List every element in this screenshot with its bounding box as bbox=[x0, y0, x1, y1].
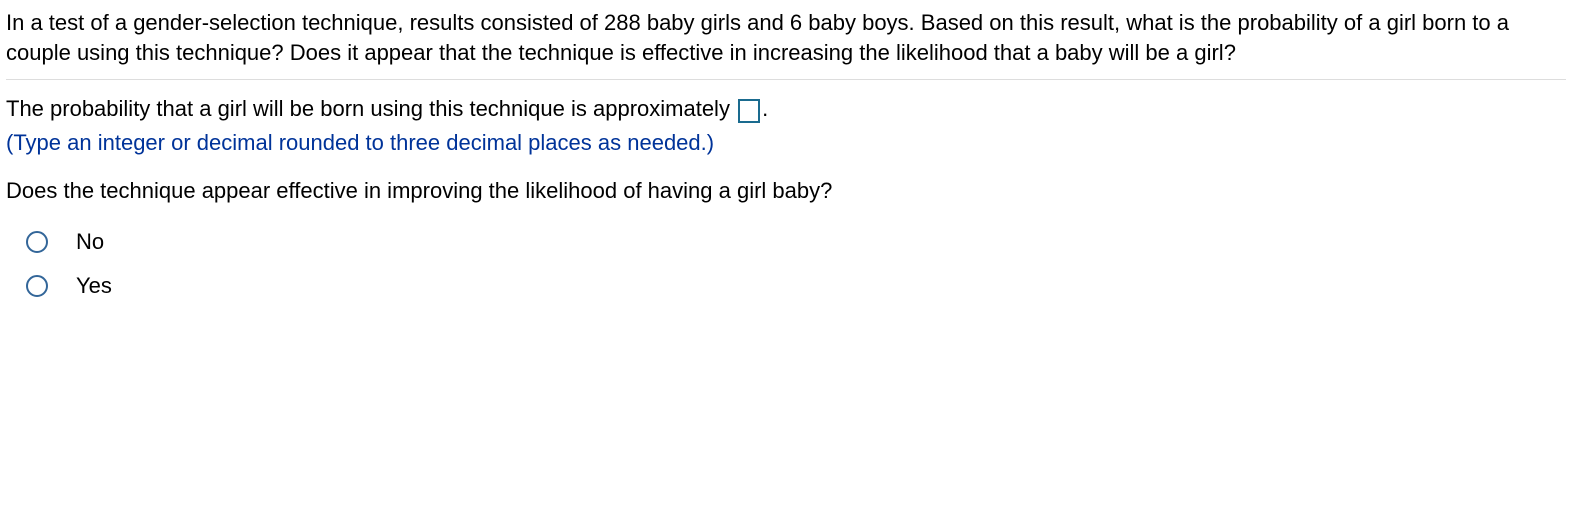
radio-label: Yes bbox=[76, 271, 112, 301]
instruction-text: (Type an integer or decimal rounded to t… bbox=[6, 128, 1566, 158]
radio-circle-icon bbox=[26, 231, 48, 253]
probability-line: The probability that a girl will be born… bbox=[6, 94, 1566, 124]
probability-suffix: . bbox=[762, 96, 768, 121]
followup-question: Does the technique appear effective in i… bbox=[6, 176, 1566, 206]
radio-label: No bbox=[76, 227, 104, 257]
radio-group: No Yes bbox=[6, 227, 1566, 300]
radio-option-yes[interactable]: Yes bbox=[26, 271, 1566, 301]
radio-circle-icon bbox=[26, 275, 48, 297]
probability-input[interactable] bbox=[738, 99, 760, 123]
question-section: In a test of a gender-selection techniqu… bbox=[6, 8, 1566, 80]
probability-prefix: The probability that a girl will be born… bbox=[6, 96, 736, 121]
question-text: In a test of a gender-selection techniqu… bbox=[6, 10, 1509, 65]
answer-section: The probability that a girl will be born… bbox=[6, 94, 1566, 300]
radio-option-no[interactable]: No bbox=[26, 227, 1566, 257]
